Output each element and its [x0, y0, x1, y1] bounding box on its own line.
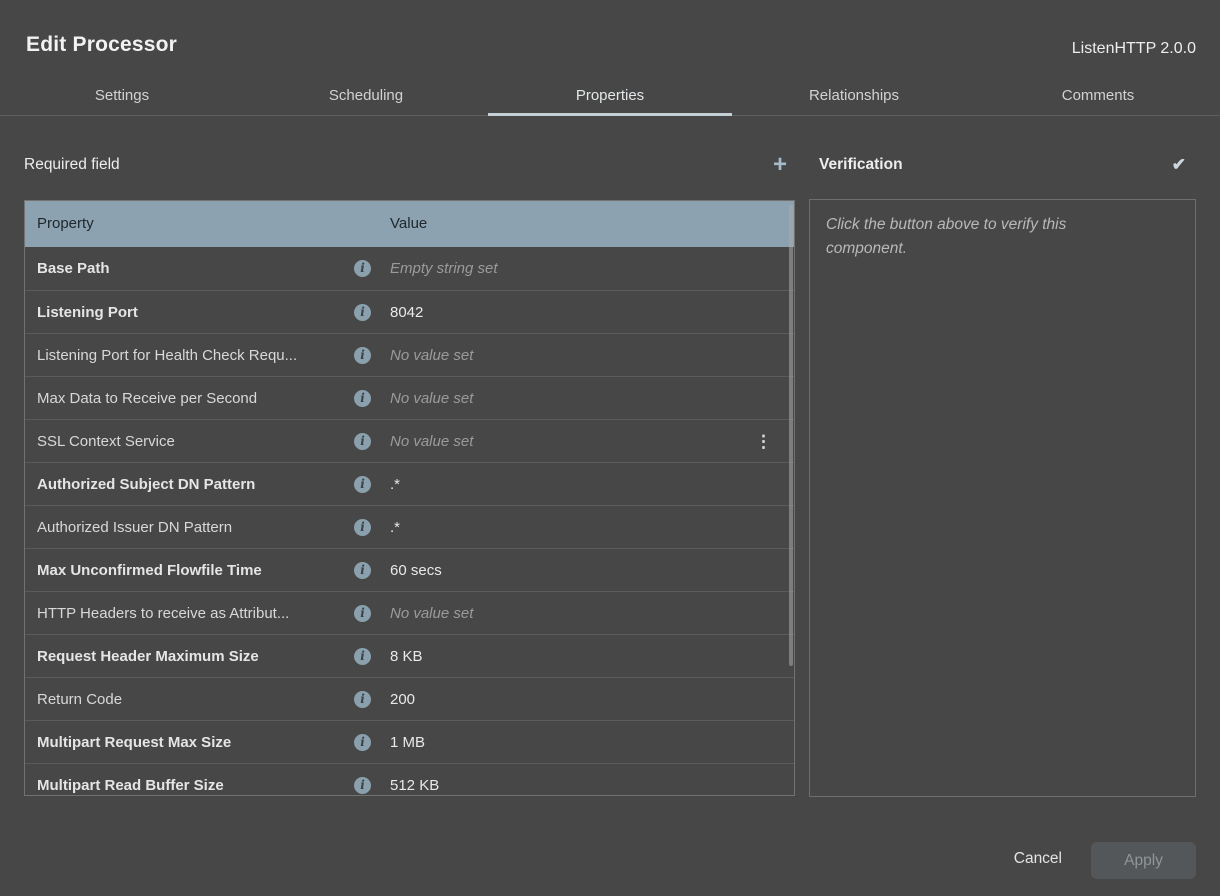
table-row[interactable]: Base Path i Empty string set ⋮ [25, 247, 794, 290]
property-name: SSL Context Service [37, 420, 361, 463]
table-row[interactable]: Max Unconfirmed Flowfile Time i 60 secs … [25, 548, 794, 591]
property-value: Empty string set [390, 247, 498, 290]
table-body: Base Path i Empty string set ⋮ Listening… [25, 247, 794, 796]
property-name: Authorized Issuer DN Pattern [37, 506, 361, 549]
info-icon[interactable]: i [354, 476, 371, 493]
table-row[interactable]: Multipart Request Max Size i 1 MB ⋮ [25, 720, 794, 763]
property-value: .* [390, 506, 400, 549]
property-name: Base Path [37, 247, 361, 290]
property-name: Authorized Subject DN Pattern [37, 463, 361, 506]
property-name: Max Unconfirmed Flowfile Time [37, 549, 361, 592]
table-row[interactable]: Max Data to Receive per Second i No valu… [25, 376, 794, 419]
info-icon[interactable]: i [354, 390, 371, 407]
property-value: 200 [390, 678, 415, 721]
property-name: Return Code [37, 678, 361, 721]
processor-type-version: ListenHTTP 2.0.0 [1072, 40, 1196, 58]
edit-processor-dialog: Edit Processor ListenHTTP 2.0.0 Settings… [0, 0, 1220, 896]
tab-bar: Settings Scheduling Properties Relations… [0, 76, 1220, 116]
tab-comments[interactable]: Comments [976, 76, 1220, 115]
add-property-button[interactable]: + [773, 153, 795, 177]
property-name: HTTP Headers to receive as Attribut... [37, 592, 361, 635]
property-value: 8042 [390, 291, 423, 334]
property-name: Max Data to Receive per Second [37, 377, 361, 420]
properties-section-header: Required field + [24, 150, 795, 180]
check-icon: ✔ [1172, 155, 1186, 174]
dialog-title: Edit Processor [26, 33, 177, 57]
verify-button[interactable]: ✔ [1172, 155, 1196, 175]
property-value: No value set [390, 592, 473, 635]
tab-scheduling[interactable]: Scheduling [244, 76, 488, 115]
property-value: No value set [390, 420, 473, 463]
table-row[interactable]: HTTP Headers to receive as Attribut... i… [25, 591, 794, 634]
table-row[interactable]: Authorized Subject DN Pattern i .* ⋮ [25, 462, 794, 505]
tab-label: Settings [95, 87, 149, 104]
plus-icon: + [773, 151, 787, 178]
table-row[interactable]: Request Header Maximum Size i 8 KB ⋮ [25, 634, 794, 677]
property-value: 1 MB [390, 721, 425, 764]
table-row[interactable]: Listening Port for Health Check Requ... … [25, 333, 794, 376]
table-row[interactable]: Multipart Read Buffer Size i 512 KB ⋮ [25, 763, 794, 796]
column-header-value: Value [390, 215, 427, 232]
table-header-row: Property Value [25, 201, 794, 247]
info-icon[interactable]: i [354, 562, 371, 579]
property-name: Listening Port [37, 291, 361, 334]
property-value: .* [390, 463, 400, 506]
property-value: No value set [390, 377, 473, 420]
tab-label: Comments [1062, 87, 1135, 104]
verification-label: Verification [819, 156, 903, 174]
required-field-label: Required field [24, 156, 120, 174]
info-icon[interactable]: i [354, 777, 371, 794]
property-value: 512 KB [390, 764, 439, 796]
column-header-property: Property [37, 215, 94, 232]
info-icon[interactable]: i [354, 605, 371, 622]
property-name: Request Header Maximum Size [37, 635, 361, 678]
kebab-menu-icon[interactable]: ⋮ [755, 420, 772, 463]
info-icon[interactable]: i [354, 734, 371, 751]
properties-table: Property Value Base Path i Empty string … [24, 200, 795, 796]
info-icon[interactable]: i [354, 433, 371, 450]
tab-label: Relationships [809, 87, 899, 104]
property-value: No value set [390, 334, 473, 377]
property-name: Listening Port for Health Check Requ... [37, 334, 361, 377]
info-icon[interactable]: i [354, 260, 371, 277]
info-icon[interactable]: i [354, 519, 371, 536]
apply-button[interactable]: Apply [1091, 842, 1196, 879]
tab-relationships[interactable]: Relationships [732, 76, 976, 115]
property-value: 60 secs [390, 549, 442, 592]
table-row[interactable]: SSL Context Service i No value set ⋮ [25, 419, 794, 462]
property-value: 8 KB [390, 635, 423, 678]
table-row[interactable]: Return Code i 200 ⋮ [25, 677, 794, 720]
verification-message: Click the button above to verify this co… [826, 213, 1136, 261]
property-name: Multipart Read Buffer Size [37, 764, 361, 796]
tab-label: Properties [576, 87, 644, 104]
info-icon[interactable]: i [354, 648, 371, 665]
tab-label: Scheduling [329, 87, 403, 104]
table-scrollbar-thumb[interactable] [789, 205, 793, 666]
table-row[interactable]: Authorized Issuer DN Pattern i .* ⋮ [25, 505, 794, 548]
verification-section-header: Verification ✔ [809, 150, 1196, 180]
info-icon[interactable]: i [354, 691, 371, 708]
property-name: Multipart Request Max Size [37, 721, 361, 764]
verification-panel: Click the button above to verify this co… [809, 199, 1196, 797]
info-icon[interactable]: i [354, 304, 371, 321]
cancel-button[interactable]: Cancel [1008, 849, 1068, 869]
tab-properties[interactable]: Properties [488, 76, 732, 115]
info-icon[interactable]: i [354, 347, 371, 364]
table-row[interactable]: Listening Port i 8042 ⋮ [25, 290, 794, 333]
tab-settings[interactable]: Settings [0, 76, 244, 115]
